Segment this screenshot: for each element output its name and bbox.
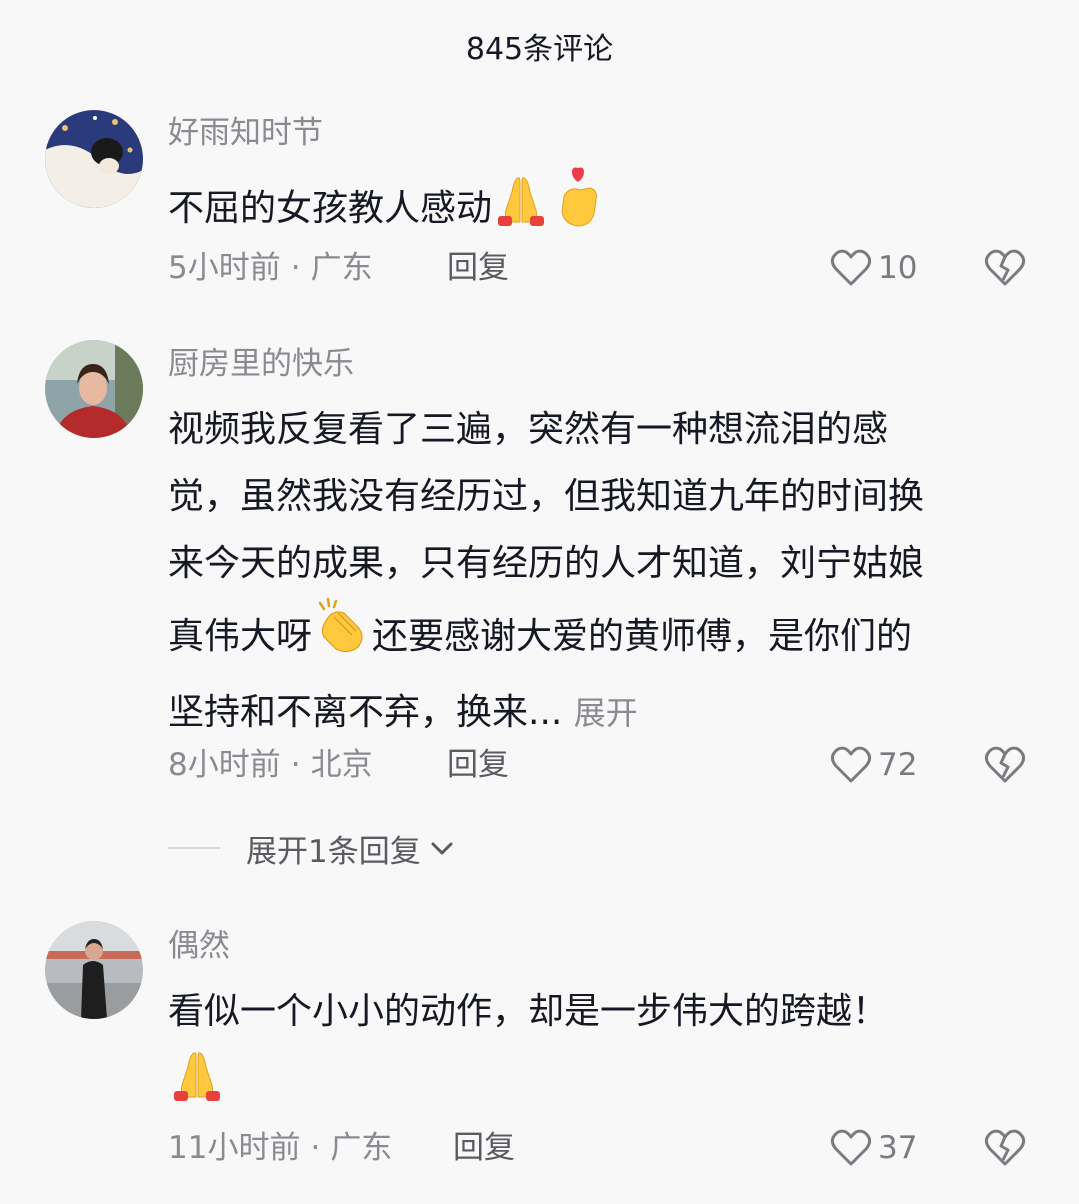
heart-icon <box>830 249 872 286</box>
comment-username[interactable]: 偶然 <box>168 924 230 968</box>
comment-line: 看似一个小小的动作，却是一步伟大的跨越！ <box>168 991 889 1032</box>
comment-text: 视频我反复看了三遍，突然有一种想流泪的感 觉，虽然我没有经历过，但我知道九年的时… <box>168 396 1048 747</box>
like-button[interactable]: 37 <box>830 1126 917 1170</box>
reply-button[interactable]: 回复 <box>447 743 509 787</box>
avatar[interactable] <box>45 921 143 1019</box>
comment-meta: 5小时前 · 广东 <box>168 246 373 290</box>
heart-icon <box>830 746 872 783</box>
expand-replies-button[interactable]: 展开1条回复 <box>168 826 457 870</box>
broken-heart-icon <box>984 746 1026 783</box>
heart-hands-icon <box>550 166 608 254</box>
like-button[interactable]: 10 <box>830 246 917 290</box>
avatar[interactable] <box>45 110 143 208</box>
comment-line: 觉，虽然我没有经历过，但我知道九年的时间换 <box>168 476 925 517</box>
comment-time: 11小时前 <box>168 1130 301 1166</box>
like-button[interactable]: 72 <box>830 743 917 787</box>
like-count: 37 <box>878 1130 918 1166</box>
reply-button[interactable]: 回复 <box>453 1126 515 1170</box>
broken-heart-icon <box>984 249 1026 286</box>
comment-text: 不屈的女孩教人感动 <box>168 166 1048 254</box>
reply-button[interactable]: 回复 <box>447 246 509 290</box>
dislike-button[interactable] <box>983 1126 1027 1170</box>
divider-line <box>168 847 220 849</box>
expand-text-link[interactable]: 展开 <box>574 694 638 732</box>
dislike-button[interactable] <box>983 246 1027 290</box>
comment-line <box>168 1045 1048 1125</box>
comment-username[interactable]: 厨房里的快乐 <box>168 342 354 386</box>
separator-dot: · <box>310 1130 321 1166</box>
avatar[interactable] <box>45 340 143 438</box>
comment-meta: 8小时前 · 北京 <box>168 743 373 787</box>
chevron-down-icon <box>431 842 453 855</box>
separator-dot: · <box>290 747 301 783</box>
like-count: 72 <box>878 747 918 783</box>
folded-hands-icon <box>492 170 550 250</box>
comment-location: 北京 <box>310 747 373 783</box>
comment-line: 坚持和不离不弃，换来... 展开 <box>168 692 638 733</box>
expand-replies-label: 展开1条回复 <box>246 833 421 870</box>
comment-meta: 11小时前 · 广东 <box>168 1126 392 1170</box>
folded-hands-icon <box>168 1045 226 1125</box>
comment-line: 视频我反复看了三遍，突然有一种想流泪的感 <box>168 409 889 450</box>
comments-count-title: 845条评论 <box>465 32 614 67</box>
like-count: 10 <box>878 250 918 286</box>
comment-time: 8小时前 <box>168 747 281 783</box>
comment-text: 看似一个小小的动作，却是一步伟大的跨越！ <box>168 978 1048 1125</box>
heart-icon <box>830 1129 872 1166</box>
comment-username[interactable]: 好雨知时节 <box>168 111 323 155</box>
comment-line: 真伟大呀 还要感谢大爱的黄师傅，是你们的 <box>168 597 1048 679</box>
comment-time: 5小时前 <box>168 250 281 286</box>
separator-dot: · <box>290 250 301 286</box>
dislike-button[interactable] <box>983 743 1027 787</box>
comment-location: 广东 <box>330 1130 393 1166</box>
broken-heart-icon <box>984 1129 1026 1166</box>
comment-line: 来今天的成果，只有经历的人才知道，刘宁姑娘 <box>168 543 925 584</box>
comment-location: 广东 <box>310 250 373 286</box>
clapping-hands-icon <box>312 597 372 679</box>
